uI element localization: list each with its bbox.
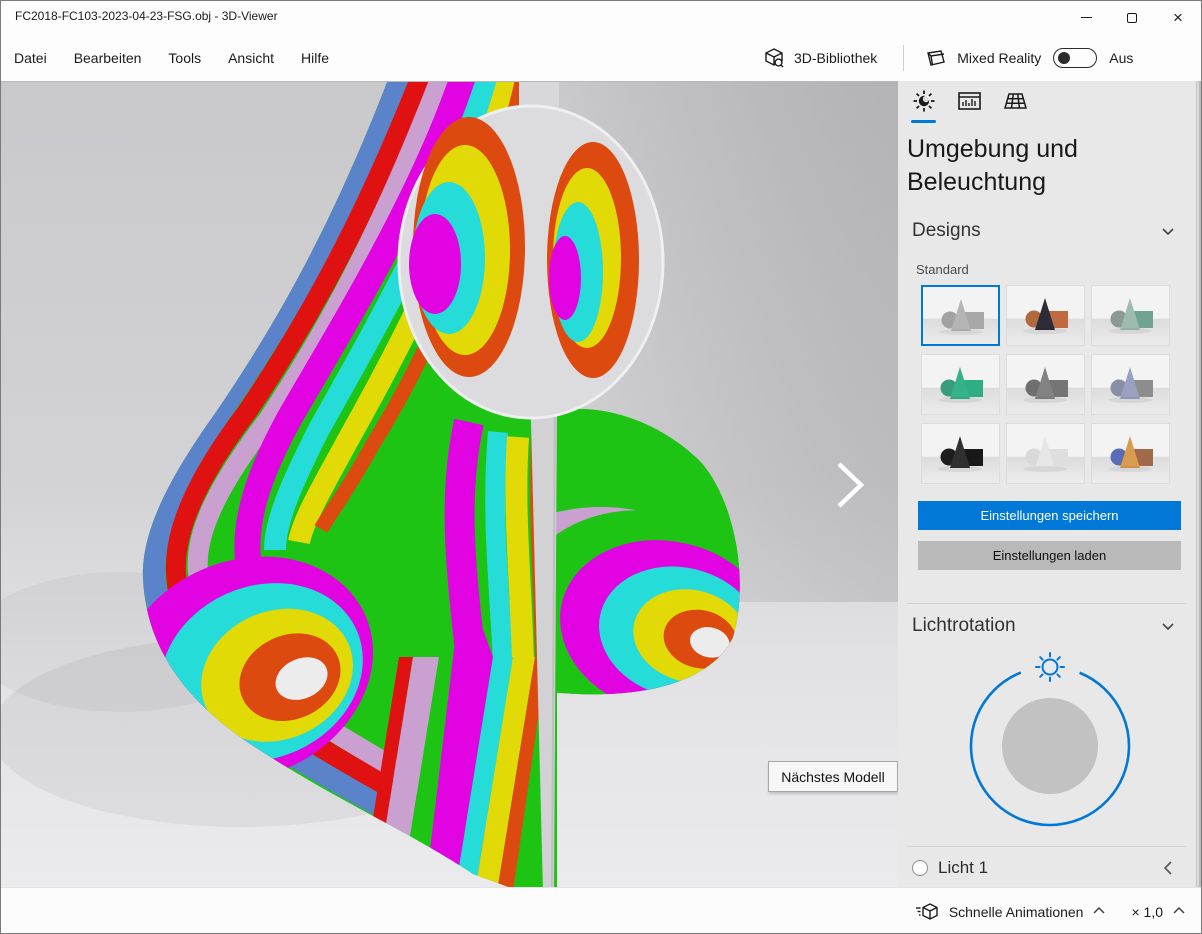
mixed-reality-toggle[interactable] <box>1053 48 1097 68</box>
minimize-icon <box>1081 17 1092 18</box>
theme-preview <box>1092 286 1167 343</box>
menu-datei[interactable]: Datei <box>14 50 47 66</box>
menu-bearbeiten[interactable]: Bearbeiten <box>74 50 142 66</box>
speed-menu-chevron-icon[interactable] <box>1173 906 1185 918</box>
3d-library-icon[interactable] <box>763 47 785 69</box>
stats-icon <box>957 89 982 113</box>
light1-label: Licht 1 <box>938 858 988 878</box>
light-rotation-title: Lichtrotation <box>912 615 1016 637</box>
grid-icon <box>1003 89 1028 113</box>
theme-preview <box>922 355 997 412</box>
theme-preview <box>923 287 998 344</box>
tab-grid-wireframe[interactable] <box>1003 89 1028 123</box>
minimize-button[interactable] <box>1063 1 1109 34</box>
dial-knob[interactable] <box>1002 698 1098 794</box>
3d-library-label[interactable]: 3D-Bibliothek <box>794 50 877 66</box>
design-thumbnail-multicolor[interactable] <box>1091 423 1170 484</box>
mixed-reality-state: Aus <box>1109 50 1133 66</box>
panel-scrollbar[interactable] <box>1196 81 1202 887</box>
light1-expand-chevron-icon[interactable] <box>1164 861 1176 873</box>
window-title: FC2018-FC103-2023-04-23-FSG.obj - 3D-Vie… <box>15 9 278 23</box>
menu-bar: Datei Bearbeiten Tools Ansicht Hilfe 3D-… <box>1 34 1201 81</box>
animation-menu-chevron-icon[interactable] <box>1093 906 1105 918</box>
light1-row[interactable]: Licht 1 <box>898 851 1188 887</box>
close-icon: × <box>1173 8 1183 28</box>
animation-speed-icon <box>915 902 939 922</box>
playback-speed-value[interactable]: × 1,0 <box>1131 904 1163 920</box>
next-model-tooltip: Nächstes Modell <box>768 761 898 792</box>
3d-model-canvas <box>1 82 898 888</box>
theme-preview <box>922 424 997 481</box>
title-bar: FC2018-FC103-2023-04-23-FSG.obj - 3D-Vie… <box>1 1 1201 34</box>
mixed-reality-label: Mixed Reality <box>957 50 1041 66</box>
menu-tools[interactable]: Tools <box>168 50 201 66</box>
design-thumbnail-lavender[interactable] <box>1091 354 1170 415</box>
light1-radio[interactable] <box>912 860 928 876</box>
designs-section-title: Designs <box>912 220 981 242</box>
tab-stats[interactable] <box>957 89 982 123</box>
theme-preview <box>1007 286 1082 343</box>
theme-preview <box>1092 355 1167 412</box>
sun-icon <box>912 89 936 113</box>
bottom-bar: Schnelle Animationen × 1,0 <box>1 887 1201 934</box>
app-window: FC2018-FC103-2023-04-23-FSG.obj - 3D-Vie… <box>0 0 1202 934</box>
close-button[interactable]: × <box>1155 1 1201 34</box>
animation-speed-label[interactable]: Schnelle Animationen <box>949 904 1084 920</box>
designs-collapse-chevron-icon[interactable] <box>1162 228 1174 240</box>
maximize-button[interactable] <box>1109 1 1155 34</box>
section-divider <box>907 603 1186 604</box>
theme-preview <box>1007 355 1082 412</box>
settings-panel: Umgebung und Beleuchtung Designs Standar… <box>898 81 1202 887</box>
dial-sun-icon <box>1036 653 1064 681</box>
tab-environment-lighting[interactable] <box>911 89 936 123</box>
main-area: Nächstes Modell <box>1 81 1202 887</box>
design-thumbnail-white[interactable] <box>1006 423 1085 484</box>
light-divider <box>907 846 1186 847</box>
design-thumbnail-green[interactable] <box>921 354 1000 415</box>
design-thumbnail-dark-gray[interactable] <box>1006 354 1085 415</box>
save-settings-button[interactable]: Einstellungen speichern <box>918 501 1181 530</box>
panel-tabs <box>911 89 1028 123</box>
design-thumbnail-dark-orange[interactable] <box>1006 285 1085 346</box>
design-thumbnail-teal[interactable] <box>1091 285 1170 346</box>
light-rotation-collapse-chevron-icon[interactable] <box>1162 623 1174 635</box>
designs-group-label: Standard <box>916 262 969 277</box>
theme-preview <box>1007 424 1082 481</box>
toolbar-separator <box>903 45 904 71</box>
theme-preview <box>1092 424 1167 481</box>
toggle-knob <box>1058 52 1070 64</box>
load-settings-button[interactable]: Einstellungen laden <box>918 541 1181 570</box>
menu-hilfe[interactable]: Hilfe <box>301 50 329 66</box>
3d-viewport[interactable]: Nächstes Modell <box>1 81 898 887</box>
light-rotation-dial[interactable] <box>935 651 1165 841</box>
mixed-reality-icon <box>924 48 948 68</box>
panel-heading: Umgebung und Beleuchtung <box>907 133 1157 199</box>
design-thumbnail-gray[interactable] <box>921 285 1000 346</box>
menu-ansicht[interactable]: Ansicht <box>228 50 274 66</box>
maximize-icon <box>1127 13 1137 23</box>
design-thumbnail-black[interactable] <box>921 423 1000 484</box>
